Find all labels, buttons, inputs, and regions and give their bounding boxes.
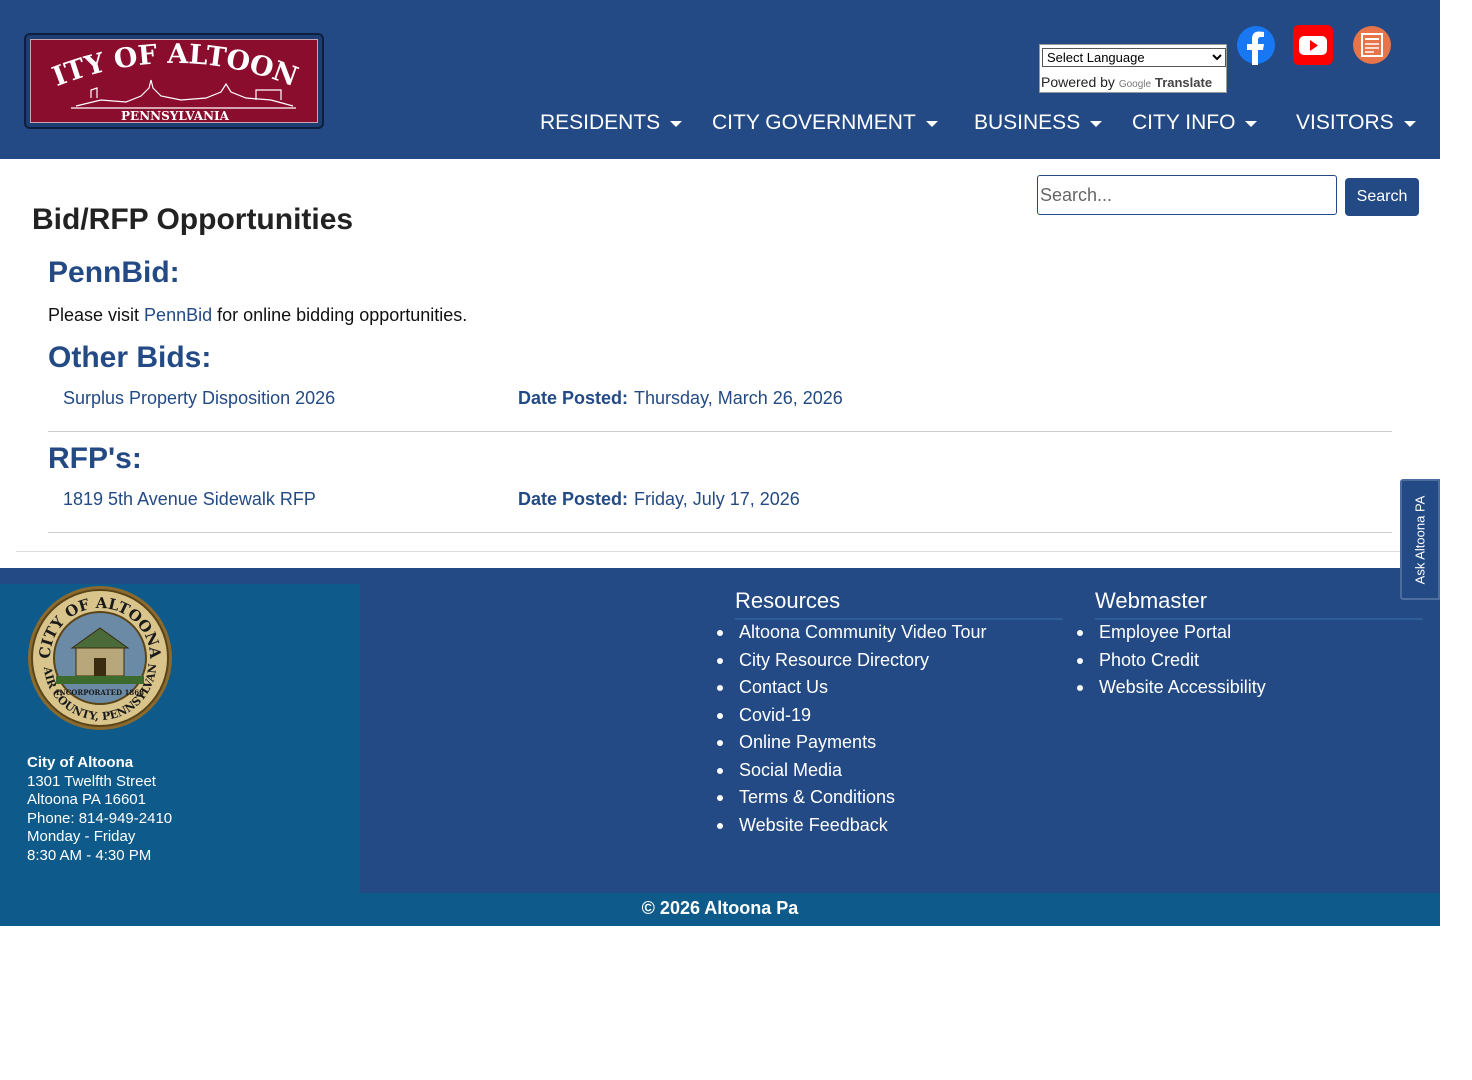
list-item[interactable]: Terms & Conditions (717, 786, 986, 814)
hours: 8:30 AM - 4:30 PM (27, 846, 152, 864)
city-seal-icon: CITY OF ALTOONA BLAIR COUNTY, PENNSYLVAN… (26, 584, 172, 730)
street: 1301 Twelfth Street (27, 772, 156, 790)
nav-visitors[interactable]: VISITORS (1296, 108, 1416, 138)
ask-altoona-tab[interactable]: Ask Altoona PA (1400, 479, 1440, 600)
list-item[interactable]: Social Media (717, 759, 986, 787)
svg-text:INCORPORATED 1868: INCORPORATED 1868 (56, 688, 144, 697)
caret-down-icon (670, 121, 683, 127)
caret-down-icon (925, 121, 938, 127)
search-button[interactable]: Search (1345, 178, 1419, 216)
list-item[interactable]: Covid-19 (717, 704, 986, 732)
city-line: Altoona PA 16601 (27, 791, 146, 808)
list-item[interactable]: Website Accessibility (1077, 676, 1266, 704)
webmaster-list: Employee Portal Photo Credit Website Acc… (1077, 621, 1266, 704)
rfps-heading: RFP's: (48, 442, 142, 475)
nav-residents[interactable]: RESIDENTS (540, 108, 683, 138)
list-item: 1819 5th Avenue Sidewalk RFP Date Posted… (48, 489, 1392, 533)
site-footer: CITY OF ALTOONA BLAIR COUNTY, PENNSYLVAN… (0, 568, 1440, 893)
translate-link[interactable]: Translate (1155, 75, 1212, 90)
site-header: CITY OF ALTOONA PENNSYLVANIA Select Lang… (0, 0, 1440, 159)
caret-down-icon (1090, 121, 1103, 127)
date-posted: Date Posted: Thursday, March 26, 2026 (518, 388, 843, 408)
search-input[interactable] (1037, 175, 1337, 215)
list-item[interactable]: Online Payments (717, 731, 986, 759)
pennbid-link[interactable]: PennBid (144, 305, 212, 325)
facebook-icon[interactable] (1236, 25, 1276, 65)
google-logo-icon: Google (1118, 79, 1152, 90)
language-select[interactable]: Select Language (1042, 48, 1226, 67)
caret-down-icon (1245, 121, 1258, 127)
list-item[interactable]: Website Feedback (717, 814, 986, 842)
city-logo[interactable]: CITY OF ALTOONA PENNSYLVANIA (24, 33, 324, 129)
resources-heading: Resources (735, 588, 1063, 620)
newsletter-icon[interactable] (1352, 25, 1392, 65)
nav-city-government[interactable]: CITY GOVERNMENT (712, 108, 938, 138)
address-block: City of Altoona 1301 Twelfth Street Alto… (27, 754, 172, 865)
resources-list: Altoona Community Video Tour City Resour… (717, 621, 986, 841)
content-divider (16, 551, 1440, 552)
copyright: © 2026 Altoona Pa (0, 893, 1440, 926)
logo-skyline-icon: CITY OF ALTOONA PENNSYLVANIA (31, 40, 302, 123)
date-posted: Date Posted: Friday, July 17, 2026 (518, 489, 800, 509)
caret-down-icon (1403, 121, 1416, 127)
nav-business[interactable]: BUSINESS (974, 108, 1103, 138)
pennbid-heading: PennBid: (48, 256, 180, 289)
list-item[interactable]: Altoona Community Video Tour (717, 621, 986, 649)
list-item[interactable]: City Resource Directory (717, 649, 986, 677)
nav-city-info[interactable]: CITY INFO (1132, 108, 1258, 138)
rfp-link[interactable]: 1819 5th Avenue Sidewalk RFP (63, 489, 316, 510)
logo-banner: CITY OF ALTOONA PENNSYLVANIA (30, 39, 318, 123)
bid-link[interactable]: Surplus Property Disposition 2026 (63, 388, 335, 409)
logo-subtitle: PENNSYLVANIA (121, 109, 230, 123)
youtube-icon[interactable] (1293, 25, 1333, 65)
google-translate-widget: Select Language Powered by Google Transl… (1039, 44, 1227, 93)
page-title: Bid/RFP Opportunities (32, 203, 354, 236)
other-bids-heading: Other Bids: (48, 341, 212, 374)
phone: Phone: 814-949-2410 (27, 809, 173, 827)
webmaster-heading: Webmaster (1095, 588, 1423, 620)
list-item[interactable]: Employee Portal (1077, 621, 1266, 649)
footer-contact-panel: CITY OF ALTOONA BLAIR COUNTY, PENNSYLVAN… (0, 584, 360, 893)
logo-title: CITY OF ALTOONA (31, 40, 302, 93)
pennbid-text: Please visit PennBid for online bidding … (48, 305, 468, 325)
list-item: Surplus Property Disposition 2026 Date P… (48, 388, 1392, 432)
list-item[interactable]: Contact Us (717, 676, 986, 704)
powered-by-google: Powered by Google Translate (1041, 74, 1213, 90)
list-item[interactable]: Photo Credit (1077, 649, 1266, 677)
org-name: City of Altoona (27, 754, 134, 771)
days: Monday - Friday (27, 828, 136, 845)
